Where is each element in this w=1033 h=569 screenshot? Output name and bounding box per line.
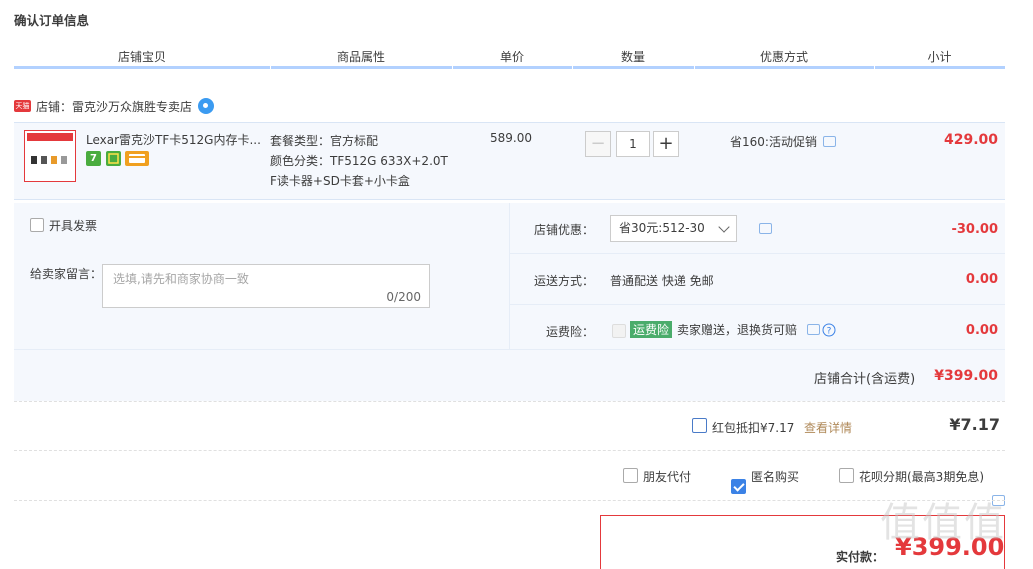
anonymous-label: 匿名购买 [751,470,800,484]
attr-color: 颜色分类：TF512G 633X+2.0T [270,154,448,168]
comment-icon[interactable] [759,223,772,234]
huabei-label: 花呗分期(最高3期免息) [859,470,984,484]
column-header-unit-price: 单价 [499,50,524,64]
wangwang-chat-icon[interactable] [198,98,215,114]
shop-discount-label: 店铺优惠： [534,223,595,237]
shipping-value: 普通配送 快递 免邮 [610,274,714,288]
help-icon[interactable]: ? [822,323,836,337]
seller-message-input[interactable]: 选填,请先和商家协商一致 0/200 [102,264,430,308]
qty-decrease-button[interactable]: − [585,131,611,157]
message-label: 给卖家留言： [30,267,103,281]
tmall-icon: 天猫 [14,100,31,112]
credit-card-icon [129,154,145,163]
anonymous-checkbox[interactable] [731,479,746,494]
product-name-link[interactable]: Lexar雷克沙TF卡512G内存卡... [86,131,264,148]
qty-increase-button[interactable]: + [653,131,679,157]
unit-price: 589.00 [490,131,532,145]
friend-pay-checkbox[interactable] [623,468,638,483]
invoice-label: 开具发票 [49,219,98,233]
freight-insurance-label: 运费险： [546,325,595,339]
seven-day-return-icon: 7 [86,151,101,166]
chevron-down-icon [718,221,730,233]
freight-insurance-tag: 运费险 [630,321,673,338]
product-image-card [51,156,57,164]
redpacket-checkbox[interactable] [692,418,707,433]
attr-color-cont: F读卡器+SD卡套+小卡盒 [270,174,410,188]
column-bar [453,66,572,69]
guarantee-icon [106,151,121,166]
product-image-banner [27,133,73,141]
shield-icon [108,153,119,164]
column-bar [695,66,874,69]
shop-discount-amount: -30.00 [951,222,998,237]
product-image-card [31,156,37,164]
shop-name-link[interactable]: 店铺：雷克沙万众旗胜专卖店 [36,98,192,115]
product-image-card [41,156,47,164]
card-payment-icon [125,151,149,166]
message-char-count: 0/200 [386,290,421,304]
column-bar [875,66,1005,69]
divider [510,253,1005,254]
item-subtotal: 429.00 [944,132,999,148]
divider [14,401,1005,402]
column-header-shop-item: 店铺宝贝 [117,50,166,64]
column-header-discount: 优惠方式 [759,50,808,64]
payment-label: 实付款： [836,550,885,564]
page-title: 确认订单信息 [14,13,90,28]
shop-total-amount: ¥399.00 [934,368,998,384]
column-bar [14,66,270,69]
column-bar [271,66,452,69]
divider [509,203,510,349]
shop-discount-select[interactable]: 省30元:512-30 [610,215,737,242]
quantity-input[interactable]: 1 [616,131,650,157]
freight-insurance-amount: 0.00 [965,323,998,338]
promotion-text: 省160:活动促销 [730,135,817,149]
product-image-card [61,156,67,164]
column-header-attributes: 商品属性 [336,50,385,64]
divider [14,450,1005,451]
shop-row: 天猫 店铺：雷克沙万众旗胜专卖店 [14,97,215,115]
comment-icon[interactable] [822,136,836,147]
promotion-info: 省160:活动促销 [730,133,836,150]
invoice-checkbox[interactable] [30,218,44,232]
shipping-amount: 0.00 [965,272,998,287]
redpacket-label: 红包抵扣¥7.17 [712,421,795,435]
freight-insurance-checkbox [612,324,626,338]
column-header-quantity: 数量 [620,50,645,64]
freight-insurance-info: 运费险 卖家赠送，退换货可赔 ? [630,321,836,338]
shop-total-label: 店铺合计(含运费) [814,372,916,387]
divider [14,500,1005,501]
huabei-checkbox[interactable] [839,468,854,483]
redpacket-detail-link[interactable]: 查看详情 [804,419,852,436]
site-watermark: 值值值 [880,500,1006,546]
freight-insurance-desc: 卖家赠送，退换货可赔 [677,323,798,337]
divider [14,349,1005,350]
shop-discount-selected: 省30元:512-30 [619,221,705,235]
svg-text:?: ? [827,326,832,336]
redpacket-amount: ¥7.17 [949,415,1000,434]
product-thumbnail[interactable] [24,130,76,182]
message-placeholder: 选填,请先和商家协商一致 [113,272,249,286]
column-bar [573,66,694,69]
shipping-label: 运送方式： [534,274,595,288]
comment-icon[interactable] [807,324,821,335]
attr-package: 套餐类型：官方标配 [270,134,379,148]
friend-pay-label: 朋友代付 [643,470,692,484]
divider [510,304,1005,305]
column-header-subtotal: 小计 [927,50,952,64]
product-attributes: 套餐类型：官方标配 颜色分类：TF512G 633X+2.0T F读卡器+SD卡… [270,131,470,191]
